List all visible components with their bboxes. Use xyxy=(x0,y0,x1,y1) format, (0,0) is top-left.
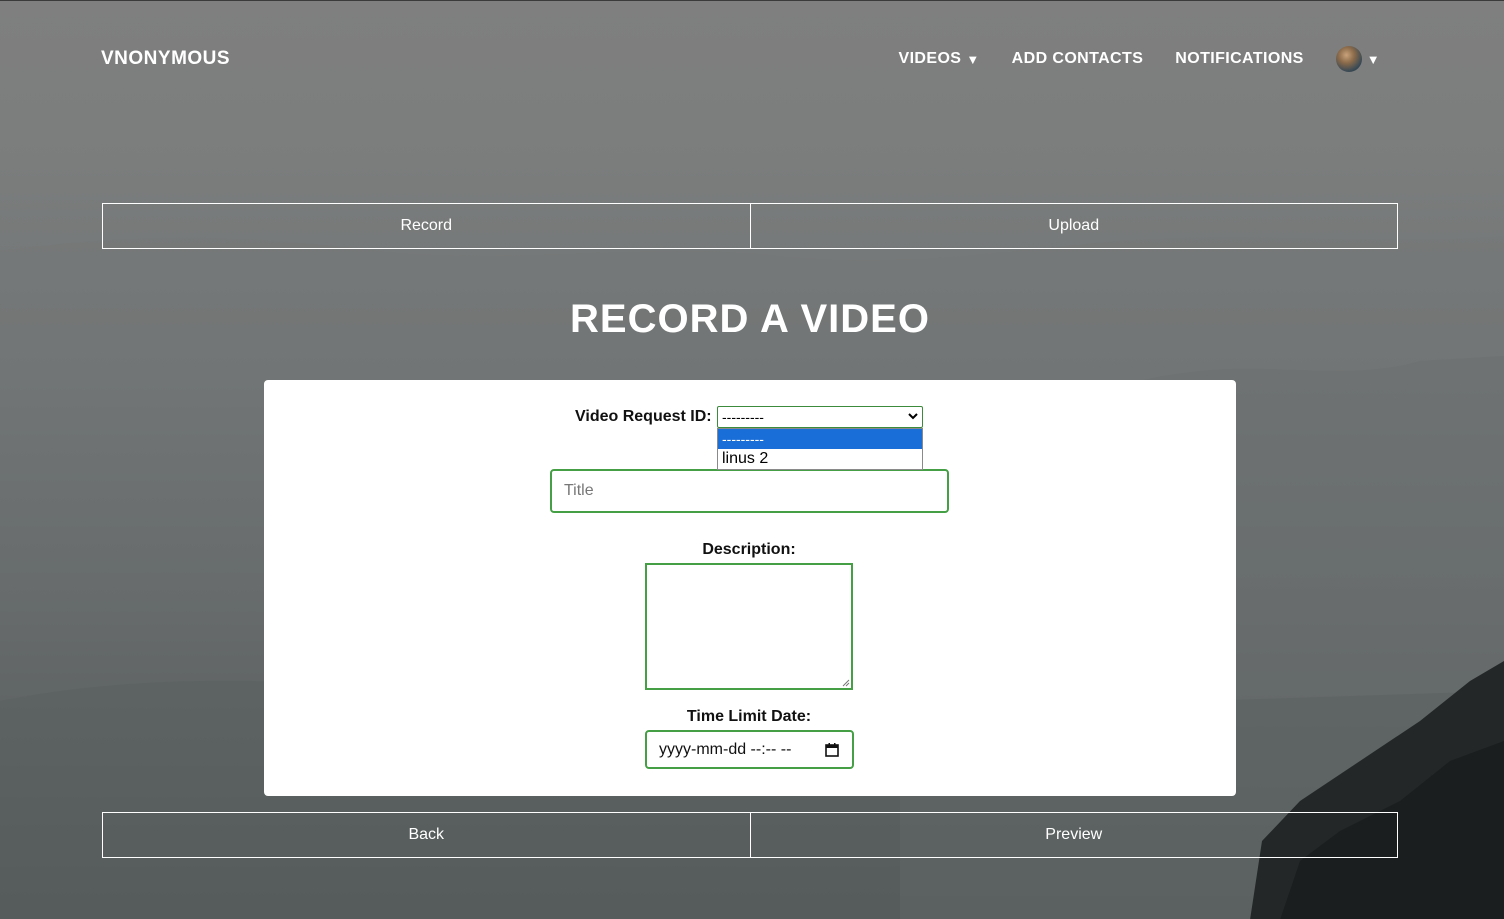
brand-logo[interactable]: VNONYMOUS xyxy=(101,48,230,70)
nav-item-add-contacts[interactable]: ADD CONTACTS xyxy=(1012,50,1144,68)
preview-button[interactable]: Preview xyxy=(750,812,1398,858)
upload-button[interactable]: Upload xyxy=(750,203,1398,249)
description-textarea[interactable] xyxy=(645,563,853,690)
record-form-card: Video Request ID: --------- --------- li… xyxy=(264,380,1236,796)
video-request-label: Video Request ID: xyxy=(575,408,712,425)
page-title: RECORD A VIDEO xyxy=(570,297,930,341)
video-request-dropdown: --------- linus 2 xyxy=(717,428,923,470)
profile-menu[interactable]: ▼ xyxy=(1335,46,1380,72)
dropdown-option[interactable]: --------- xyxy=(718,429,922,449)
time-limit-placeholder: yyyy-mm-dd --:-- -- xyxy=(659,740,792,758)
calendar-icon[interactable] xyxy=(825,743,839,757)
avatar xyxy=(1335,46,1362,72)
caret-down-icon: ▼ xyxy=(966,51,980,67)
chevron-down-icon xyxy=(908,413,918,420)
caret-down-icon: ▼ xyxy=(1366,51,1380,67)
nav-item-notifications[interactable]: NOTIFICATIONS xyxy=(1175,50,1303,68)
mode-switch: Record Upload xyxy=(102,203,1398,249)
video-request-selected: --------- xyxy=(722,409,764,425)
time-limit-date-input[interactable]: yyyy-mm-dd --:-- -- xyxy=(645,730,854,769)
form-actions: Back Preview xyxy=(102,812,1398,858)
resize-grip-icon[interactable] xyxy=(841,678,850,687)
top-navbar: VNONYMOUS VIDEOS ▼ ADD CONTACTS NOTIFICA… xyxy=(0,1,1504,121)
title-placeholder: Title xyxy=(564,482,594,499)
dropdown-option[interactable]: linus 2 xyxy=(718,449,922,469)
nav-links: VIDEOS ▼ ADD CONTACTS NOTIFICATIONS ▼ xyxy=(867,46,1381,72)
nav-item-videos[interactable]: VIDEOS ▼ xyxy=(899,50,980,68)
video-request-select[interactable]: --------- xyxy=(717,406,923,428)
description-label: Description: xyxy=(702,541,796,558)
title-input[interactable]: Title xyxy=(550,469,949,513)
time-limit-label: Time Limit Date: xyxy=(686,708,812,725)
nav-item-videos-label: VIDEOS xyxy=(898,50,962,67)
record-button[interactable]: Record xyxy=(102,203,751,249)
back-button[interactable]: Back xyxy=(102,812,751,858)
